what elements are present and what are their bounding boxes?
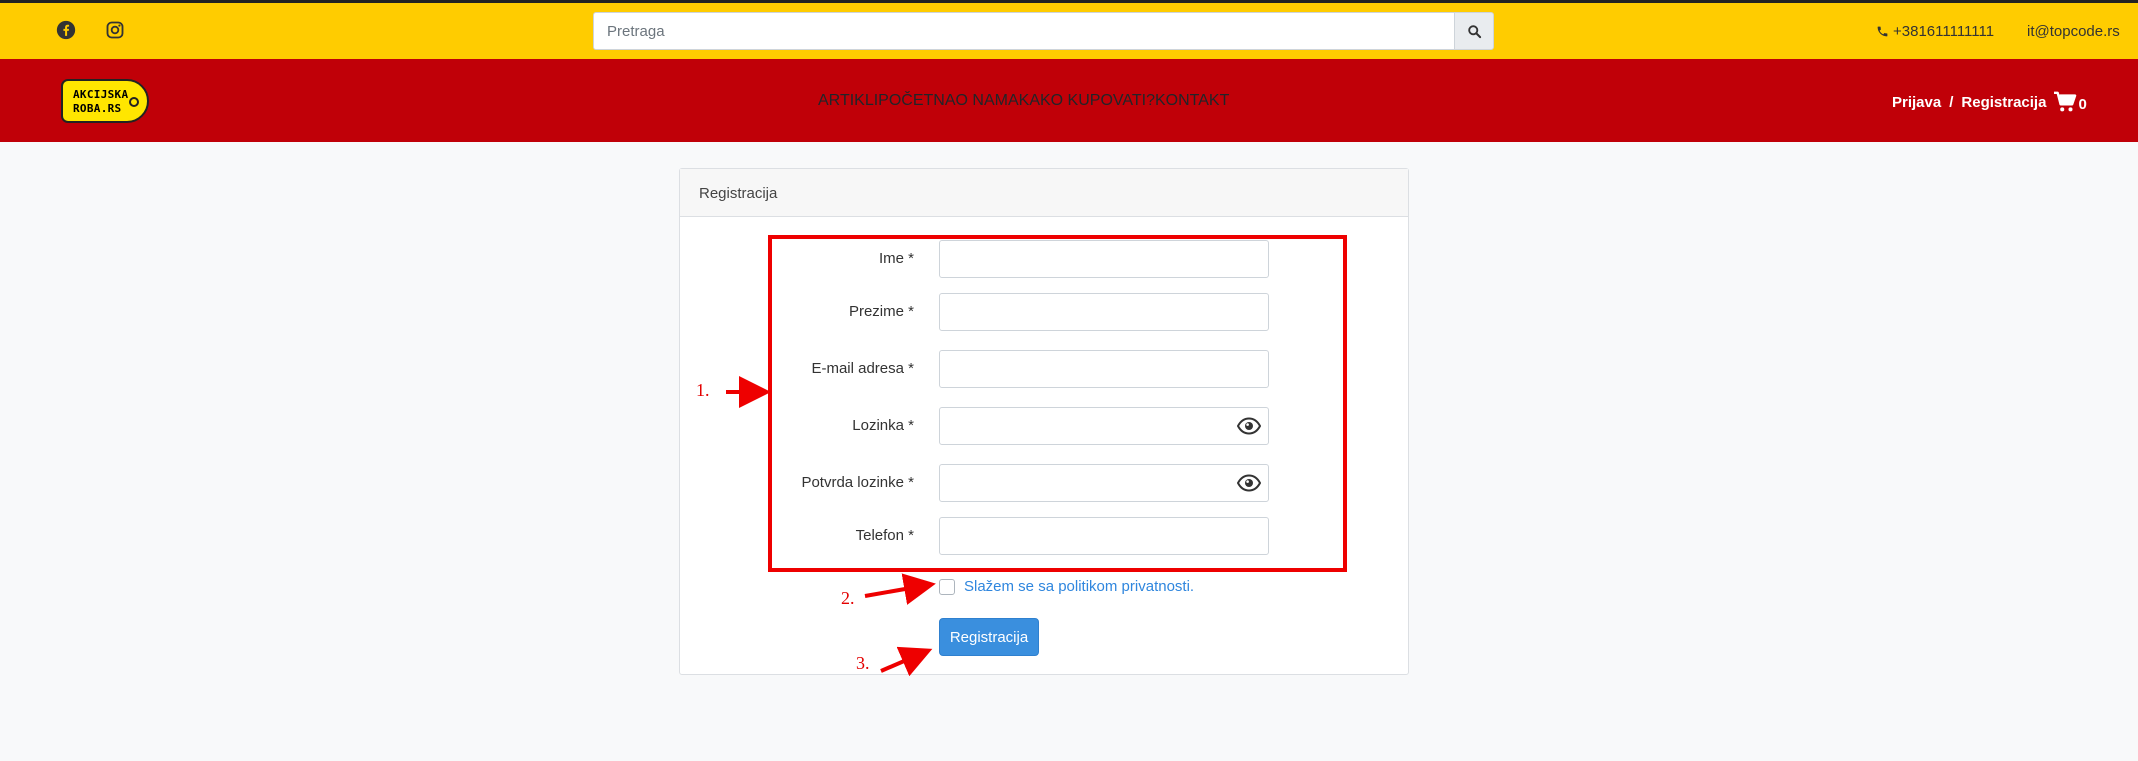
register-submit-button[interactable]: Registracija	[939, 618, 1039, 656]
auth-links: Prijava / Registracija 0	[1892, 91, 2087, 113]
main-menu: ARTIKLI POČETNA O NAMA KAKO KUPOVATI? KO…	[818, 92, 1229, 110]
privacy-policy-link[interactable]: Slažem se sa politikom privatnosti.	[964, 578, 1194, 595]
annotation-highlight-box	[768, 235, 1347, 572]
search-button[interactable]	[1454, 12, 1494, 50]
auth-separator: /	[1949, 93, 1954, 111]
main-navbar: AKCIJSKA ROBA.RS ARTIKLI POČETNA O NAMA …	[0, 59, 2138, 142]
login-link[interactable]: Prijava	[1892, 94, 1941, 111]
nav-artikli[interactable]: ARTIKLI	[818, 92, 878, 110]
instagram-icon[interactable]	[103, 18, 127, 42]
privacy-consent: Slažem se sa politikom privatnosti.	[939, 578, 1194, 595]
logo-text: AKCIJSKA ROBA.RS	[73, 88, 129, 115]
annotation-label-1: 1.	[696, 380, 710, 400]
nav-o-nama[interactable]: O NAMA	[956, 92, 1019, 110]
phone-number: +381611111111	[1893, 23, 1995, 40]
card-title: Registracija	[680, 169, 1408, 217]
annotation-label-2: 2.	[841, 588, 855, 608]
search-input[interactable]	[593, 12, 1454, 50]
nav-pocetna[interactable]: POČETNA	[878, 92, 955, 110]
search-bar	[593, 12, 1494, 50]
facebook-icon[interactable]	[54, 18, 78, 42]
site-logo[interactable]: AKCIJSKA ROBA.RS	[61, 79, 149, 123]
cart-count: 0	[2078, 95, 2087, 113]
privacy-checkbox[interactable]	[939, 578, 955, 595]
nav-kako-kupovati[interactable]: KAKO KUPOVATI?	[1019, 92, 1155, 110]
register-link[interactable]: Registracija	[1961, 94, 2046, 111]
cart-button[interactable]: 0	[2053, 91, 2087, 113]
annotation-label-3: 3.	[856, 653, 870, 673]
search-icon	[1467, 24, 1481, 38]
top-bar: +381611111111 it@topcode.rs	[0, 0, 2138, 59]
cart-icon	[2054, 91, 2077, 112]
email-address: it@topcode.rs	[2027, 23, 2120, 40]
logo-tag-hole	[129, 97, 139, 107]
phone-icon	[1877, 26, 1888, 37]
phone-contact[interactable]: +381611111111	[1876, 23, 1994, 40]
email-contact[interactable]: it@topcode.rs	[2027, 23, 2120, 40]
nav-kontakt[interactable]: KONTAKT	[1155, 92, 1229, 110]
